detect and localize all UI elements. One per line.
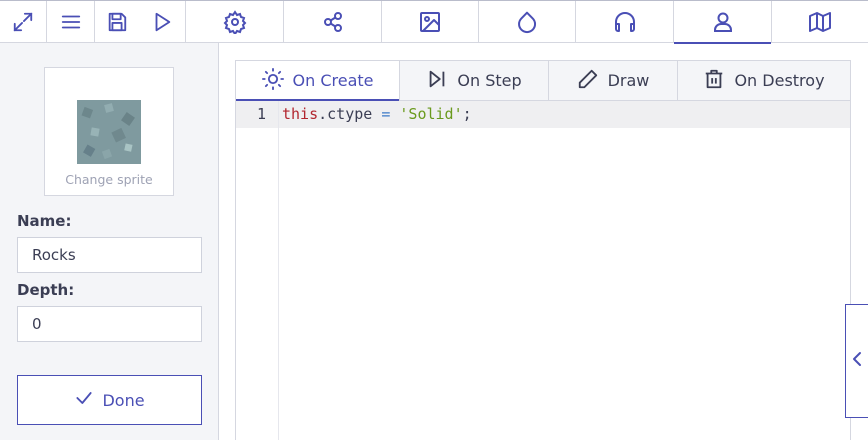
- headphones-icon: [613, 10, 637, 34]
- sprite-thumbnail: [77, 100, 141, 164]
- name-input[interactable]: Rocks: [17, 237, 202, 273]
- fullscreen-button[interactable]: [0, 1, 47, 43]
- styles-tab[interactable]: [479, 1, 576, 43]
- play-icon: [151, 11, 173, 33]
- step-forward-icon: [426, 68, 448, 94]
- depth-input[interactable]: 0: [17, 306, 202, 342]
- check-icon: [74, 388, 94, 412]
- line-number: 1: [256, 105, 266, 123]
- rooms-tab[interactable]: [772, 1, 868, 43]
- code-editor[interactable]: 1 this.ctype = 'Solid';: [235, 101, 851, 440]
- map-icon: [808, 10, 832, 34]
- gear-icon: [223, 10, 247, 34]
- save-icon: [106, 11, 128, 33]
- event-tabs: On Create On Step Draw On Destroy: [235, 60, 851, 101]
- change-sprite-label: Change sprite: [65, 172, 153, 187]
- menu-button[interactable]: [47, 1, 95, 43]
- room-editor-window: Change sprite Name: Rocks Depth: 0 Done …: [0, 0, 868, 440]
- types-tab[interactable]: [674, 1, 772, 44]
- tab-on-destroy[interactable]: On Destroy: [678, 61, 850, 100]
- sounds-tab[interactable]: [576, 1, 674, 43]
- user-icon: [711, 10, 735, 34]
- tab-draw[interactable]: Draw: [549, 61, 678, 100]
- play-button[interactable]: [139, 1, 186, 43]
- code-end: ;: [462, 105, 472, 123]
- line-number-gutter: 1: [236, 101, 279, 440]
- top-toolbar: [0, 0, 868, 44]
- sun-icon: [261, 67, 284, 94]
- tab-draw-label: Draw: [607, 71, 650, 90]
- code-member: .ctype: [318, 105, 382, 123]
- code-string: 'Solid': [399, 105, 463, 123]
- trash-icon: [703, 68, 725, 94]
- expand-icon: [12, 11, 34, 33]
- name-label: Name:: [17, 212, 72, 230]
- done-label: Done: [102, 390, 145, 410]
- menu-icon: [60, 11, 82, 33]
- tab-on-step[interactable]: On Step: [400, 61, 549, 100]
- code-line[interactable]: this.ctype = 'Solid';: [282, 105, 472, 123]
- code-keyword: this: [282, 105, 319, 123]
- textures-tab[interactable]: [382, 1, 479, 43]
- side-panel-toggle[interactable]: [845, 304, 868, 418]
- tab-on-create[interactable]: On Create: [236, 61, 400, 101]
- droplet-icon: [515, 10, 539, 34]
- settings-tab[interactable]: [186, 1, 284, 43]
- type-properties-panel: Change sprite Name: Rocks Depth: 0 Done: [0, 43, 219, 440]
- depth-label: Depth:: [17, 281, 75, 299]
- save-button[interactable]: [95, 1, 139, 43]
- sprite-picker[interactable]: Change sprite: [44, 67, 174, 196]
- chevron-left-icon: [850, 350, 864, 372]
- tab-on-step-label: On Step: [457, 71, 522, 90]
- image-icon: [418, 10, 442, 34]
- share-nodes-icon: [321, 10, 345, 34]
- modules-tab[interactable]: [284, 1, 382, 43]
- tab-on-destroy-label: On Destroy: [734, 71, 825, 90]
- tab-on-create-label: On Create: [292, 71, 374, 90]
- pencil-icon: [577, 68, 599, 94]
- done-button[interactable]: Done: [17, 375, 202, 425]
